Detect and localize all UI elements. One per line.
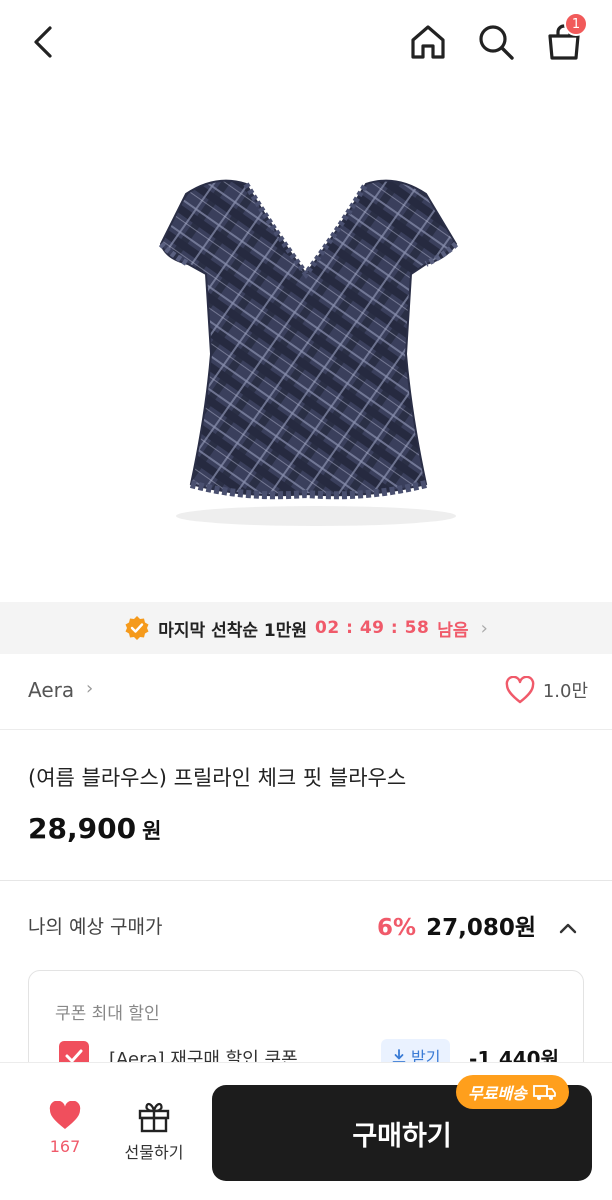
top-header: 1 (0, 0, 612, 86)
chevron-up-icon (559, 923, 577, 934)
gift-label: 선물하기 (124, 1143, 184, 1162)
home-icon (411, 25, 445, 59)
cart-count-badge: 1 (564, 12, 588, 36)
timer-suffix: 남음 (437, 620, 469, 641)
heart-outline-icon (505, 676, 535, 704)
product-image[interactable] (0, 86, 612, 602)
expected-price-row[interactable]: 나의 예상 구매가 6% 27,080원 (0, 896, 612, 956)
blouse-image (158, 179, 459, 526)
search-icon (479, 25, 514, 60)
home-button[interactable] (402, 16, 454, 68)
gift-button[interactable]: 선물하기 (116, 1101, 192, 1171)
wishlist-count: 167 (49, 1137, 81, 1156)
timer-label: 마지막 선착순 1만원 (158, 620, 308, 641)
coupon-section-title: 쿠폰 최대 할인 (55, 1004, 160, 1024)
wishlist-button[interactable]: 167 (34, 1101, 96, 1171)
bottom-action-bar: 167 선물하기 구매하기 무료배송 (0, 1062, 612, 1200)
cart-button[interactable]: 1 (538, 12, 590, 68)
product-title: (여름 블라우스) 프릴라인 체크 핏 블라우스 (28, 766, 407, 790)
expected-price-label: 나의 예상 구매가 (28, 916, 163, 938)
price-unit: 원 (142, 819, 162, 843)
brand-like-count: 1.0만 (542, 681, 588, 702)
brand-name-link[interactable]: Aera (28, 678, 74, 702)
timer-countdown: 02 : 49 : 58 (315, 618, 430, 638)
truck-icon (532, 1085, 556, 1100)
brand-row: Aera › 1.0만 (0, 656, 612, 730)
limited-offer-timer[interactable]: 마지막 선착순 1만원 02 : 49 : 58 남음 › (0, 602, 612, 654)
verified-badge-icon (125, 616, 149, 640)
chevron-right-icon: › (480, 617, 488, 639)
heart-filled-icon (49, 1101, 81, 1129)
free-shipping-badge: 무료배송 (456, 1075, 569, 1109)
chevron-right-icon: › (86, 678, 94, 699)
section-divider (0, 880, 612, 881)
price-value: 28,900 (28, 812, 137, 845)
expected-price-values: 6% 27,080원 (377, 908, 578, 942)
back-icon (34, 26, 52, 58)
search-button[interactable] (470, 16, 522, 68)
expected-price: 27,080원 (426, 915, 536, 941)
product-price: 28,900 원 (28, 812, 161, 845)
gift-icon (138, 1102, 170, 1133)
free-shipping-label: 무료배송 (468, 1084, 527, 1103)
brand-like-button[interactable]: 1.0만 (505, 676, 588, 704)
discount-rate: 6% (377, 915, 417, 941)
back-button[interactable] (18, 16, 70, 68)
